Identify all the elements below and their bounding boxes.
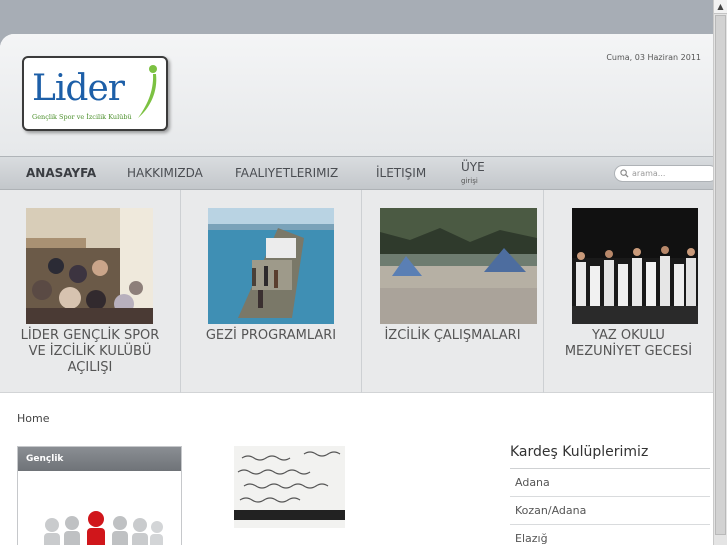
list-item[interactable]: Adana — [510, 469, 710, 497]
kardes-kulupler-title: Kardeş Kulüplerimiz — [510, 444, 710, 469]
search-box[interactable] — [614, 165, 713, 182]
genclik-box: Gençlik — [17, 446, 182, 545]
genclik-box-title[interactable]: Gençlik — [18, 447, 181, 471]
kardes-kulupler-list: Adana Kozan/Adana Elazığ — [510, 469, 710, 545]
main-nav: ANASAYFA HAKKIMIZDA FAALIYETLERIMIZ İLET… — [0, 156, 713, 190]
list-item[interactable]: Elazığ — [510, 525, 710, 545]
nav-item-uye-sublabel[interactable]: girişi — [461, 177, 478, 185]
search-input[interactable] — [632, 167, 712, 180]
list-item[interactable]: Kozan/Adana — [510, 497, 710, 525]
nav-item-faaliyetlerimiz[interactable]: FAALIYETLERIMIZ — [235, 166, 338, 180]
feature-card[interactable]: YAZ OKULU MEZUNİYET GECESİ — [544, 190, 713, 393]
feature-image-camping[interactable] — [380, 208, 537, 324]
feature-caption[interactable]: LİDER GENÇLİK SPOR VE İZCİLİK KULÜBÜ AÇI… — [0, 328, 180, 376]
feature-card[interactable]: GEZİ PROGRAMLARI — [181, 190, 362, 393]
site-logo[interactable]: Lider Gençlik Spor ve İzcilik Kulübü — [22, 56, 168, 131]
logo-word: Lider — [32, 68, 125, 109]
scrollbar-thumb[interactable] — [715, 15, 726, 535]
nav-item-iletisim[interactable]: İLETIŞIM — [376, 166, 426, 180]
kardes-kulupler-panel: Kardeş Kulüplerimiz Adana Kozan/Adana El… — [510, 444, 710, 545]
feature-caption[interactable]: İZCİLİK ÇALIŞMALARI — [362, 328, 543, 344]
site-header: Lider Gençlik Spor ve İzcilik Kulübü Cum… — [0, 34, 713, 156]
feature-card[interactable]: İZCİLİK ÇALIŞMALARI — [362, 190, 544, 393]
logo-swoosh-icon — [138, 65, 157, 118]
scroll-up-arrow-icon[interactable]: ▲ — [714, 0, 727, 14]
feature-caption[interactable]: GEZİ PROGRAMLARI — [181, 328, 361, 344]
nav-item-anasayfa[interactable]: ANASAYFA — [26, 166, 96, 180]
current-date: Cuma, 03 Haziran 2011 — [606, 53, 701, 62]
logo-tagline: Gençlik Spor ve İzcilik Kulübü — [32, 113, 132, 121]
feature-image-boat-trip[interactable] — [208, 208, 334, 324]
feature-card[interactable]: LİDER GENÇLİK SPOR VE İZCİLİK KULÜBÜ AÇI… — [0, 190, 181, 393]
nav-item-uye[interactable]: ÜYE — [461, 160, 485, 174]
vertical-scrollbar[interactable]: ▲ — [713, 0, 727, 545]
people-group-icon — [44, 511, 163, 545]
feature-caption[interactable]: YAZ OKULU MEZUNİYET GECESİ — [544, 328, 713, 360]
page: Lider Gençlik Spor ve İzcilik Kulübü Cum… — [0, 34, 713, 545]
feature-image-graduation[interactable] — [572, 208, 698, 324]
search-icon — [620, 169, 629, 178]
feature-image-opening[interactable] — [26, 208, 153, 324]
notepad-image[interactable] — [234, 446, 345, 528]
breadcrumb[interactable]: Home — [17, 412, 49, 425]
nav-item-hakkimizda[interactable]: HAKKIMIZDA — [127, 166, 203, 180]
featured-strip: LİDER GENÇLİK SPOR VE İZCİLİK KULÜBÜ AÇI… — [0, 190, 713, 393]
